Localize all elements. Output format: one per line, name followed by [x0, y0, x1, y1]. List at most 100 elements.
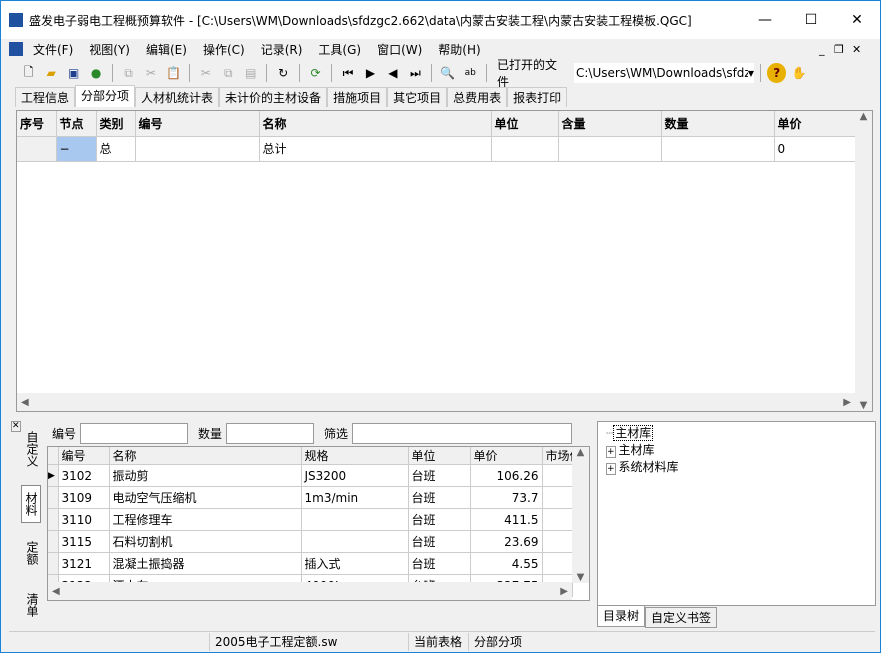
col-content[interactable]: 含量	[558, 111, 662, 137]
first-record-icon[interactable]: ⏮	[338, 63, 357, 83]
col-node[interactable]: 节点	[56, 111, 97, 137]
new-file-icon[interactable]: 🗋	[19, 63, 38, 83]
copy-icon[interactable]: ⧉	[219, 63, 238, 83]
cell-code[interactable]	[135, 136, 260, 162]
help-icon[interactable]: ?	[767, 63, 787, 83]
expand-icon[interactable]: +	[606, 446, 616, 458]
col-quantity[interactable]: 数量	[661, 111, 775, 137]
cell-market-price[interactable]	[542, 486, 573, 509]
hand-icon[interactable]: ✋	[789, 63, 808, 83]
replace-icon[interactable]: ab	[461, 63, 480, 83]
prev-icon[interactable]: ◀	[383, 63, 402, 83]
menu-file[interactable]: 文件(F)	[33, 41, 73, 58]
cell-seq[interactable]	[17, 136, 57, 162]
cell-name[interactable]: 总计	[259, 136, 492, 162]
filter-input[interactable]	[352, 423, 573, 444]
cell-unit[interactable]: 台班	[408, 552, 471, 575]
cell-unit[interactable]	[491, 136, 559, 162]
mdi-restore-icon[interactable]: ❐	[834, 43, 844, 56]
tab-catalog-tree[interactable]: 目录树	[597, 605, 646, 627]
cell-quantity[interactable]	[661, 136, 775, 162]
tree-node-system-materials[interactable]: + 系统材料库	[606, 458, 867, 475]
cell-name[interactable]: 混凝土振捣器	[109, 552, 302, 575]
cell-price[interactable]: 411.5	[470, 508, 543, 531]
cell-unit[interactable]: 台班	[408, 486, 471, 509]
row-indicator[interactable]: ▶	[48, 464, 59, 487]
cell-price[interactable]: 4.55	[470, 552, 543, 575]
row-indicator[interactable]	[48, 486, 59, 509]
cell-price[interactable]: 23.69	[470, 530, 543, 553]
menu-edit[interactable]: 编辑(E)	[146, 41, 187, 58]
tab-resource-stats[interactable]: 人材机统计表	[135, 87, 220, 107]
cell-content[interactable]	[558, 136, 662, 162]
col-market-price[interactable]: 市场价	[542, 447, 573, 465]
cell-market-price[interactable]	[542, 552, 573, 575]
tab-total-cost[interactable]: 总费用表	[447, 87, 508, 107]
find-icon[interactable]: 🔍	[438, 63, 457, 83]
run-icon[interactable]: ●	[86, 63, 105, 83]
col-name[interactable]: 名称	[109, 447, 302, 465]
cell-spec[interactable]: JS3200	[301, 464, 409, 487]
side-tab-quota[interactable]: 定额	[21, 541, 41, 565]
cell-spec[interactable]	[301, 530, 409, 553]
table-row[interactable]: 3115 石料切割机 台班 23.69	[48, 530, 573, 553]
tab-report-print[interactable]: 报表打印	[507, 87, 568, 107]
expand-icon[interactable]: +	[606, 463, 616, 475]
cell-price[interactable]: 73.7	[470, 486, 543, 509]
cell-node[interactable]: −	[56, 136, 97, 162]
tree-root[interactable]: ┄ 主材库	[606, 424, 867, 441]
col-spec[interactable]: 规格	[301, 447, 409, 465]
last-record-icon[interactable]: ⏭	[406, 63, 425, 83]
menu-tools[interactable]: 工具(G)	[318, 41, 361, 58]
table-row[interactable]: 3109 电动空气压缩机 1m3/min 台班 73.7	[48, 486, 573, 509]
row-indicator[interactable]	[48, 530, 59, 553]
save-icon[interactable]: ▣	[64, 63, 83, 83]
cut-disabled-icon[interactable]: ✂	[141, 63, 160, 83]
cell-price[interactable]: 106.26	[470, 464, 543, 487]
mdi-minimize-icon[interactable]: _	[819, 43, 825, 56]
cell-name[interactable]: 振动剪	[109, 464, 302, 487]
tab-sections[interactable]: 分部分项	[75, 85, 136, 107]
next-icon[interactable]: ▶	[361, 63, 380, 83]
refresh-icon[interactable]: ↻	[273, 63, 292, 83]
cell-market-price[interactable]	[542, 530, 573, 553]
side-tab-list[interactable]: 清单	[21, 593, 41, 617]
tab-unpriced-materials[interactable]: 未计价的主材设备	[219, 87, 328, 107]
menu-view[interactable]: 视图(Y)	[89, 41, 130, 58]
table-row[interactable]: 3110 工程修理车 台班 411.5	[48, 508, 573, 531]
col-price[interactable]: 单价	[470, 447, 543, 465]
cell-category[interactable]: 总	[96, 136, 136, 162]
table-row[interactable]: ▶ 3102 振动剪 JS3200 台班 106.26	[48, 464, 573, 487]
table-row[interactable]: 3121 混凝土振捣器 插入式 台班 4.55	[48, 552, 573, 575]
cell-unit[interactable]: 台班	[408, 508, 471, 531]
col-category[interactable]: 类别	[96, 111, 136, 137]
materials-horizontal-scrollbar[interactable]: ◀ ▶	[48, 582, 572, 600]
menu-operate[interactable]: 操作(C)	[203, 41, 245, 58]
tree-node-main-materials[interactable]: + 主材库	[606, 441, 867, 458]
opened-files-select[interactable]: C:\Users\WM\Downloads\sfdzgc ▼	[574, 63, 755, 83]
col-code[interactable]: 编号	[135, 111, 260, 137]
table-row[interactable]: − 总 总计 0	[17, 136, 857, 162]
panel-close-icon[interactable]: ✕	[11, 421, 21, 432]
maximize-button[interactable]: ☐	[788, 1, 834, 39]
cell-name[interactable]: 石料切割机	[109, 530, 302, 553]
open-folder-icon[interactable]: ▰	[41, 63, 60, 83]
col-code[interactable]: 编号	[58, 447, 110, 465]
cell-code[interactable]: 3109	[58, 486, 110, 509]
cell-code[interactable]: 3115	[58, 530, 110, 553]
menu-help[interactable]: 帮助(H)	[438, 41, 480, 58]
main-horizontal-scrollbar[interactable]: ◀ ▶	[17, 393, 855, 411]
minimize-button[interactable]: —	[742, 1, 788, 39]
tab-other-items[interactable]: 其它项目	[387, 87, 448, 107]
cut-icon[interactable]: ✂	[196, 63, 215, 83]
main-vertical-scrollbar[interactable]: ▲ ▼	[855, 111, 872, 411]
cell-code[interactable]: 3102	[58, 464, 110, 487]
col-price[interactable]: 单价	[774, 111, 857, 137]
tab-measures[interactable]: 措施项目	[327, 87, 388, 107]
mdi-close-icon[interactable]: ✕	[852, 43, 861, 56]
cell-price[interactable]: 0	[774, 136, 857, 162]
copy-disabled-icon[interactable]: ⧉	[119, 63, 138, 83]
cell-market-price[interactable]	[542, 464, 573, 487]
code-input[interactable]	[80, 423, 189, 444]
paste-disabled-icon[interactable]: 📋	[164, 63, 183, 83]
